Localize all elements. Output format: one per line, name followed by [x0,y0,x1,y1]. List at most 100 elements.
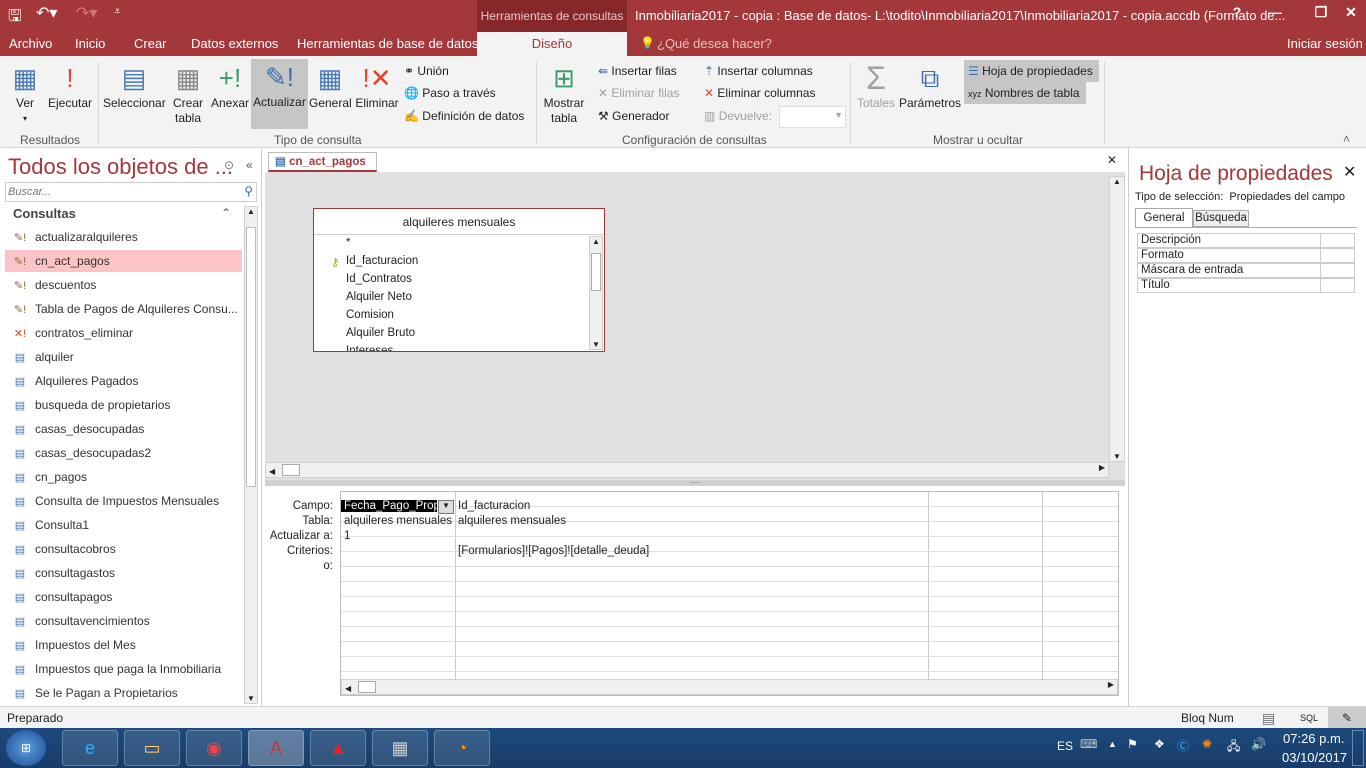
language-indicator[interactable]: ES [1057,739,1073,753]
close-button[interactable]: ✕ [1336,4,1366,21]
field-item[interactable]: * [346,237,350,249]
nombres-tabla-button[interactable]: xyz Nombres de tabla [964,82,1086,104]
customize-toolbar-icon[interactable]: ⩡ [114,4,121,19]
sql-view-button[interactable]: SQL [1300,707,1318,729]
seleccionar-button[interactable]: ▤ Seleccionar [103,60,166,111]
nav-item[interactable]: ▤ Impuestos que paga la Inmobiliaria [5,658,242,680]
nav-item[interactable]: ▤ Se le Pagan a Propietarios [5,682,242,704]
union-button[interactable]: ⚭ Unión [404,64,449,78]
ver-button[interactable]: ▦ Ver ▾ [8,60,42,126]
eliminar-columnas-button[interactable]: ✕ Eliminar columnas [704,86,815,100]
tab-busqueda[interactable]: Búsqueda [1193,210,1249,227]
datasheet-view-icon[interactable]: ▤ [1262,707,1275,729]
property-row[interactable]: Título [1137,278,1355,293]
autocad-icon[interactable]: ▲ [310,730,366,766]
pdf-icon[interactable]: ◔ [434,730,490,766]
table-alquileres-mensuales[interactable]: alquileres mensuales * ⚷ Id_facturacion Id_… [313,208,605,352]
nav-item[interactable]: ✎! actualizaralquileres [5,226,242,248]
eliminar-button[interactable]: !✕ Eliminar [354,60,400,111]
avast-icon[interactable]: ✺ [1202,737,1212,751]
grid-cell-criterios[interactable]: [Formularios]![Pagos]![detalle_deuda] [455,545,649,557]
grid-cell-campo[interactable]: Fecha_Pago_Propi [341,500,437,512]
save-icon[interactable]: 🖫 [8,5,22,32]
network-icon[interactable]: 🖧 [1227,737,1240,758]
field-list-scrollbar[interactable]: ▲ ▼ [589,236,603,350]
nav-item[interactable]: ▤ Consulta1 [5,514,242,536]
collapse-nav-icon[interactable]: « [246,158,253,172]
tab-archivo[interactable]: Archivo [9,36,52,51]
actualizar-button[interactable]: ✎! Actualizar [251,59,308,129]
nav-item[interactable]: ▤ consultacobros [5,538,242,560]
ie-icon[interactable]: e [62,730,118,766]
nav-scrollbar[interactable]: ▲ ▼ [244,206,258,704]
anexar-button[interactable]: +! Anexar [210,60,250,111]
dropbox-icon[interactable]: ❖ [1154,737,1165,751]
tab-general[interactable]: General [1135,208,1193,228]
nav-item[interactable]: ▤ Consulta de Impuestos Mensuales [5,490,242,512]
ejecutar-button[interactable]: ! Ejecutar [46,60,94,111]
crear-tabla-button[interactable]: ▦ Crear tabla [170,60,206,126]
nav-item[interactable]: ▤ Alquileres Pagados [5,370,242,392]
search-icon[interactable]: ⚲ [244,184,253,198]
undo-icon[interactable]: ↶▾ [36,3,57,23]
insertar-filas-button[interactable]: ⇚ Insertar filas [598,64,677,78]
access-icon[interactable]: A [248,730,304,766]
design-view-icon[interactable]: ✎ [1328,707,1366,728]
show-desktop-button[interactable] [1352,730,1364,766]
section-consultas[interactable]: Consultas [13,206,76,221]
show-hidden-icon[interactable]: ▲ [1108,739,1117,749]
totales-button[interactable]: Σ Totales [855,60,897,111]
nav-item[interactable]: ▤ casas_desocupadas2 [5,442,242,464]
nav-item[interactable]: ▤ consultapagos [5,586,242,608]
pane-horizontal-scrollbar[interactable]: ◀ ▶ [265,462,1109,478]
clock-date[interactable]: 03/10/2017 [1282,750,1347,765]
tab-herramientas-bd[interactable]: Herramientas de base de datos [297,36,478,51]
nav-item[interactable]: ▤ alquiler [5,346,242,368]
ccleaner-icon[interactable]: Ⓒ [1177,737,1189,754]
close-document-icon[interactable]: ✕ [1107,153,1117,167]
keyboard-icon[interactable]: ⌨ [1080,737,1097,751]
nav-item[interactable]: ▤ consultavencimientos [5,610,242,632]
nav-item[interactable]: ▤ consultagastos [5,562,242,584]
nav-item[interactable]: ▤ casas_desocupadas [5,418,242,440]
field-item[interactable]: Alquiler Bruto [346,327,415,339]
grid-cell-tabla[interactable]: alquileres mensuales [455,515,566,527]
grid-cell-actualizar[interactable]: 1 [341,530,350,542]
nav-search-box[interactable]: ⚲ [5,182,257,202]
chrome-icon[interactable]: ◉ [186,730,242,766]
restore-button[interactable]: ❐ [1306,4,1336,21]
grid-cell-tabla[interactable]: alquileres mensuales [341,515,452,527]
help-button[interactable]: ? [1222,4,1252,20]
start-button[interactable]: ⊞ [6,730,46,766]
nav-item[interactable]: ✎! Tabla de Pagos de Alquileres Consu... [5,298,242,320]
property-row[interactable]: Descripción [1137,233,1355,248]
field-item[interactable]: Alquiler Neto [346,291,412,303]
flag-icon[interactable]: ⚑ [1127,737,1138,751]
hoja-propiedades-button[interactable]: ☰ Hoja de propiedades [964,60,1099,82]
nav-item[interactable]: ▤ busqueda de propietarios [5,394,242,416]
generador-button[interactable]: ⚒ Generador [598,109,669,123]
nav-menu-icon[interactable]: ⊙ [224,158,234,172]
scroll-down-icon[interactable]: ▼ [245,694,257,703]
tab-diseno[interactable]: Diseño [477,32,627,56]
general-button[interactable]: ▦ General [309,60,352,111]
mostrar-tabla-button[interactable]: ⊞ Mostrar tabla [540,60,588,126]
scroll-thumb[interactable] [246,227,256,487]
search-input[interactable] [6,183,234,201]
scroll-up-icon[interactable]: ▲ [245,207,257,216]
clock-time[interactable]: 07:26 p.m. [1283,731,1344,746]
devuelve-dropdown[interactable]: ▼ [779,106,846,128]
field-dropdown-icon[interactable]: ▼ [438,500,454,514]
minimize-button[interactable]: — [1260,4,1290,20]
paso-a-traves-button[interactable]: 🌐 Paso a través [404,86,496,100]
tab-cn-act-pagos[interactable]: ▤ cn_act_pagos [268,152,377,172]
field-item[interactable]: Intereses [346,345,393,351]
close-property-sheet-icon[interactable]: ✕ [1343,162,1356,182]
parametros-button[interactable]: ⧉ Parámetros [899,60,961,111]
nav-item[interactable]: ✕! contratos_eliminar [5,322,242,344]
grid-horizontal-scrollbar[interactable]: ◀ ▶ [341,679,1118,695]
collapse-section-icon[interactable]: ⌃ [221,206,231,220]
explorer-icon[interactable]: ▭ [124,730,180,766]
field-item[interactable]: Id_Contratos [346,273,412,285]
sign-in-link[interactable]: Iniciar sesión [1287,36,1363,51]
